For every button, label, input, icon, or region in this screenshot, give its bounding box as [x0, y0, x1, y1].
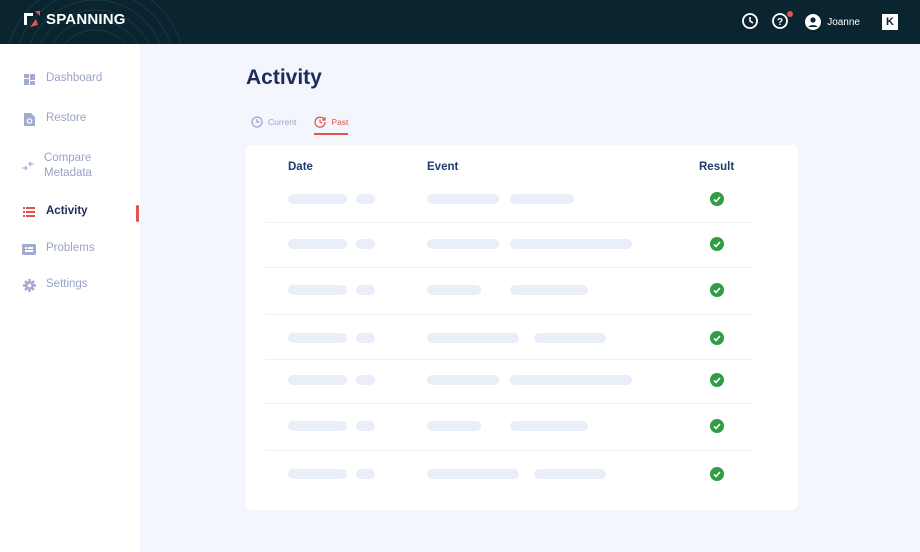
column-header-event[interactable]: Event	[427, 161, 458, 173]
sidebar-item-compare-metadata[interactable]: Compare Metadata	[22, 151, 112, 181]
skeleton-placeholder	[288, 333, 347, 343]
skeleton-placeholder	[356, 285, 375, 295]
sidebar-item-restore[interactable]: Restore	[22, 111, 86, 126]
skeleton-placeholder	[427, 469, 519, 479]
column-header-result[interactable]: Result	[699, 161, 734, 173]
skeleton-placeholder	[288, 421, 347, 431]
history-icon[interactable]	[741, 12, 761, 32]
user-icon	[805, 14, 822, 30]
success-check-icon	[710, 331, 724, 345]
skeleton-placeholder	[427, 421, 481, 431]
tab-label: Current	[268, 117, 297, 127]
success-check-icon	[710, 419, 724, 433]
skeleton-placeholder	[288, 469, 347, 479]
skeleton-placeholder	[356, 239, 375, 249]
skeleton-placeholder	[288, 375, 347, 385]
row-divider	[265, 450, 753, 451]
skeleton-placeholder	[427, 194, 499, 204]
compare-icon	[22, 159, 34, 173]
skeleton-placeholder	[356, 375, 375, 385]
skeleton-placeholder	[534, 469, 606, 479]
skeleton-placeholder	[427, 239, 499, 249]
clock-icon	[251, 116, 263, 128]
dashboard-icon	[22, 72, 36, 86]
tab-label: Past	[331, 117, 349, 127]
row-divider	[265, 403, 753, 404]
user-menu[interactable]: Joanne	[805, 14, 860, 30]
success-check-icon	[710, 373, 724, 387]
sidebar-item-dashboard[interactable]: Dashboard	[22, 71, 102, 86]
activity-tabs: Current Past	[251, 116, 349, 135]
skeleton-placeholder	[510, 421, 588, 431]
active-indicator	[136, 205, 139, 222]
k-badge-letter: K	[886, 16, 894, 28]
row-divider	[265, 267, 753, 268]
spanning-logo-icon	[24, 11, 40, 27]
tab-past[interactable]: Past	[314, 116, 349, 135]
row-divider	[265, 222, 753, 223]
sidebar-item-label: Compare Metadata	[44, 152, 92, 179]
help-icon[interactable]: ?	[771, 11, 794, 32]
skeleton-placeholder	[288, 194, 347, 204]
skeleton-placeholder	[510, 375, 632, 385]
skeleton-placeholder	[510, 239, 632, 249]
sidebar-item-label: Dashboard	[46, 72, 103, 84]
success-check-icon	[710, 237, 724, 251]
skeleton-placeholder	[356, 421, 375, 431]
sidebar-item-label: Problems	[46, 242, 95, 254]
skeleton-placeholder	[288, 239, 347, 249]
gear-icon	[22, 278, 36, 292]
skeleton-placeholder	[427, 333, 519, 343]
skeleton-placeholder	[427, 285, 481, 295]
k-badge-icon[interactable]: K	[882, 14, 898, 30]
success-check-icon	[710, 192, 724, 206]
column-header-date[interactable]: Date	[288, 161, 313, 173]
sidebar-item-label: Restore	[46, 112, 87, 124]
sidebar-item-label: Settings	[46, 278, 88, 290]
sidebar-item-activity[interactable]: Activity	[22, 204, 88, 219]
sidebar-item-label: Activity	[46, 205, 88, 217]
row-divider	[265, 314, 753, 315]
skeleton-placeholder	[288, 285, 347, 295]
skeleton-placeholder	[510, 285, 588, 295]
top-bar: SPANNING ? Joanne K	[0, 0, 920, 44]
history-icon	[314, 116, 326, 128]
problems-icon	[22, 242, 36, 256]
sidebar: Dashboard Restore Compare Metadata Activ…	[0, 44, 140, 552]
skeleton-placeholder	[356, 333, 375, 343]
activity-table: Date Event Result	[246, 145, 798, 510]
user-name: Joanne	[827, 16, 860, 28]
restore-icon	[22, 112, 36, 126]
brand-name: SPANNING	[46, 10, 126, 28]
skeleton-placeholder	[534, 333, 606, 343]
skeleton-placeholder	[427, 375, 499, 385]
page-title: Activity	[246, 66, 322, 89]
sidebar-item-problems[interactable]: Problems	[22, 241, 95, 256]
row-divider	[265, 359, 753, 360]
tab-current[interactable]: Current	[251, 116, 296, 134]
skeleton-placeholder	[510, 194, 574, 204]
svg-text:?: ?	[777, 17, 783, 28]
notification-dot	[787, 11, 794, 17]
sidebar-item-settings[interactable]: Settings	[22, 277, 88, 292]
spanning-logo[interactable]: SPANNING	[22, 9, 126, 29]
success-check-icon	[710, 467, 724, 481]
skeleton-placeholder	[356, 469, 375, 479]
list-icon	[22, 205, 36, 219]
skeleton-placeholder	[356, 194, 375, 204]
success-check-icon	[710, 283, 724, 297]
